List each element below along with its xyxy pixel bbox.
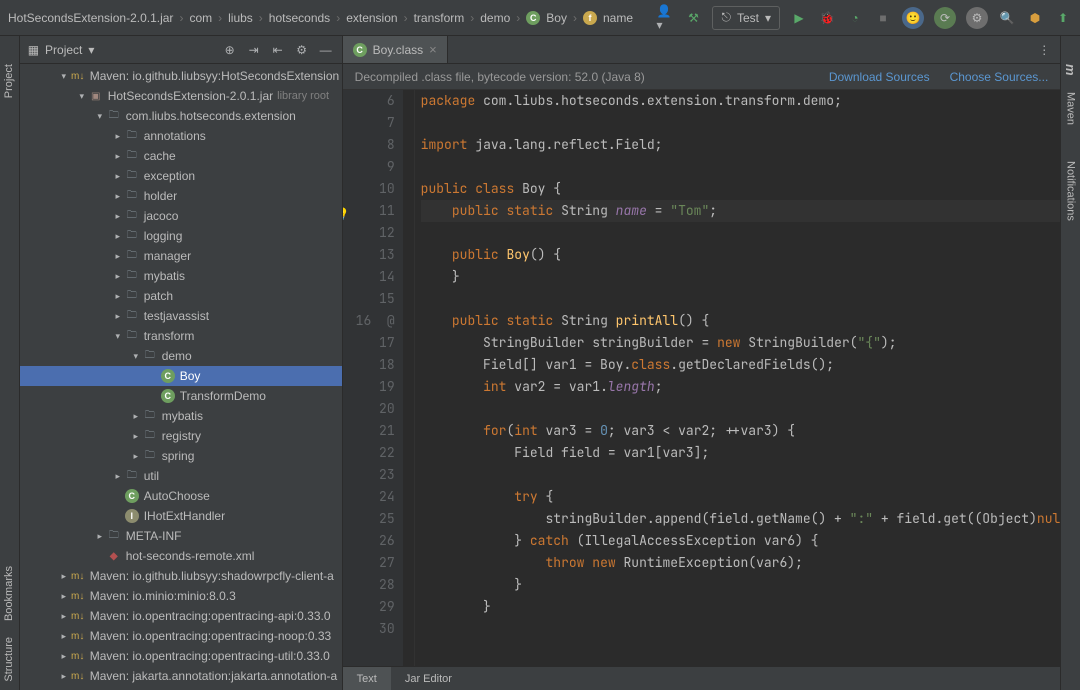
- run-config-selector[interactable]: ⎋ Test ▾: [712, 6, 780, 30]
- tree-class[interactable]: CAutoChoose: [20, 486, 342, 506]
- tree-folder[interactable]: ▸🗀manager: [20, 246, 342, 266]
- tree-xml[interactable]: ◆hot-seconds-remote.xml: [20, 546, 342, 566]
- tree-maven[interactable]: ▸m↓Maven: io.github.liubsyy:shadowrpcfly…: [20, 566, 342, 586]
- tip-icon[interactable]: ⬢: [1026, 9, 1044, 27]
- tab-overflow-icon[interactable]: ⋮: [1028, 43, 1060, 57]
- tree-class-boy[interactable]: CBoy: [20, 366, 342, 386]
- avatar-icon[interactable]: 🙂: [902, 7, 924, 29]
- tree-folder[interactable]: ▸🗀testjavassist: [20, 306, 342, 326]
- left-tool-strip: Project Bookmarks Structure: [0, 36, 20, 690]
- settings-gear-icon[interactable]: ⚙: [966, 7, 988, 29]
- project-title: Project: [45, 43, 82, 57]
- breadcrumbs: HotSecondsExtension-2.0.1.jar› com› liub…: [8, 11, 652, 25]
- stop-button[interactable]: ■: [874, 9, 892, 27]
- hammer-icon[interactable]: ⚒: [684, 9, 702, 27]
- run-config-label: Test: [737, 11, 759, 25]
- coverage-button[interactable]: ◔: [846, 9, 864, 27]
- project-panel: ▦ Project ▾ ⊕ ⇥ ⇤ ⚙ — ▾m↓Maven: io.githu…: [20, 36, 343, 690]
- tree-folder[interactable]: ▸🗀annotations: [20, 126, 342, 146]
- chevron-down-icon: ▾: [765, 11, 771, 25]
- run-config-icon: ⎋: [721, 10, 731, 25]
- tree-folder[interactable]: ▸🗀patch: [20, 286, 342, 306]
- editor-tabs: C Boy.class × ⋮: [343, 36, 1061, 64]
- toolbar-right: 👤▾ ⚒ ⎋ Test ▾ ▶ 🐞 ◔ ■ 🙂 ⟳ ⚙ 🔍 ⬢ ⬆: [656, 6, 1072, 30]
- bc-pkg[interactable]: com: [189, 11, 212, 25]
- debug-button[interactable]: 🐞: [818, 9, 836, 27]
- tree-class[interactable]: CTransformDemo: [20, 386, 342, 406]
- class-icon: C: [353, 43, 367, 57]
- tree-folder[interactable]: ▸🗀util: [20, 466, 342, 486]
- gear-icon[interactable]: ⚙: [294, 42, 310, 58]
- bc-class[interactable]: Boy: [546, 11, 567, 25]
- tree-maven[interactable]: ▸m↓Maven: io.minio:minio:8.0.3: [20, 586, 342, 606]
- tree-folder[interactable]: ▸🗀exception: [20, 166, 342, 186]
- bc-jar[interactable]: HotSecondsExtension-2.0.1.jar: [8, 11, 173, 25]
- select-target-icon[interactable]: ⊕: [222, 42, 238, 58]
- editor-area: C Boy.class × ⋮ Decompiled .class file, …: [343, 36, 1061, 690]
- bc-pkg[interactable]: extension: [346, 11, 397, 25]
- search-icon[interactable]: 🔍: [998, 9, 1016, 27]
- user-icon[interactable]: 👤▾: [656, 9, 674, 27]
- editor-bottom-tabs: Text Jar Editor: [343, 666, 1061, 690]
- tree-folder[interactable]: ▾🗀transform: [20, 326, 342, 346]
- close-icon[interactable]: ×: [429, 42, 437, 57]
- project-view-icon: ▦: [28, 43, 39, 57]
- tab-text[interactable]: Text: [343, 667, 391, 690]
- project-header: ▦ Project ▾ ⊕ ⇥ ⇤ ⚙ —: [20, 36, 342, 64]
- decompile-banner: Decompiled .class file, bytecode version…: [343, 64, 1061, 90]
- chevron-down-icon[interactable]: ▾: [88, 43, 94, 57]
- code-body[interactable]: package com.liubs.hotseconds.extension.t…: [415, 90, 1061, 666]
- tree-maven[interactable]: ▸m↓Maven: io.opentracing:opentracing-noo…: [20, 626, 342, 646]
- fold-gutter[interactable]: [403, 90, 415, 666]
- download-sources-link[interactable]: Download Sources: [829, 70, 930, 84]
- tab-boy-class[interactable]: C Boy.class ×: [343, 36, 448, 63]
- tree-maven[interactable]: ▸m↓Maven: io.opentracing:opentracing-uti…: [20, 646, 342, 666]
- tree-lib-root[interactable]: ▾m↓Maven: io.github.liubsyy:HotSecondsEx…: [20, 66, 342, 86]
- code-with-me-icon[interactable]: ⟳: [934, 7, 956, 29]
- tree-folder[interactable]: ▸🗀mybatis: [20, 266, 342, 286]
- tool-project[interactable]: Project: [3, 56, 15, 106]
- tree-folder[interactable]: ▸🗀cache: [20, 146, 342, 166]
- hide-icon[interactable]: —: [318, 42, 334, 58]
- tree-folder[interactable]: ▸🗀jacoco: [20, 206, 342, 226]
- tree-folder[interactable]: ▸🗀holder: [20, 186, 342, 206]
- collapse-icon[interactable]: ⇤: [270, 42, 286, 58]
- tree-folder[interactable]: ▸🗀registry: [20, 426, 342, 446]
- tree-pkg[interactable]: ▾🗀com.liubs.hotseconds.extension: [20, 106, 342, 126]
- field-icon: f: [583, 11, 597, 25]
- right-tool-strip: m Maven Notifications: [1060, 36, 1080, 690]
- tree-interface[interactable]: IIHotExtHandler: [20, 506, 342, 526]
- bc-pkg[interactable]: transform: [414, 11, 465, 25]
- code-editor[interactable]: 6 7 8 9 10 11💡 12 13 14 15 16 @ 17 18 19…: [343, 90, 1061, 666]
- tab-jar-editor[interactable]: Jar Editor: [391, 667, 466, 690]
- class-icon: C: [526, 11, 540, 25]
- tool-notifications[interactable]: Notifications: [1065, 153, 1077, 229]
- tree-folder[interactable]: ▾🗀demo: [20, 346, 342, 366]
- bc-pkg[interactable]: liubs: [228, 11, 253, 25]
- tree-folder[interactable]: ▸🗀mybatis: [20, 406, 342, 426]
- tree-jar[interactable]: ▾▣HotSecondsExtension-2.0.1.jarlibrary r…: [20, 86, 342, 106]
- choose-sources-link[interactable]: Choose Sources...: [950, 70, 1049, 84]
- tool-maven[interactable]: m: [1063, 56, 1078, 84]
- upgrade-icon[interactable]: ⬆: [1054, 9, 1072, 27]
- run-button[interactable]: ▶: [790, 9, 808, 27]
- tree-folder[interactable]: ▸🗀logging: [20, 226, 342, 246]
- tree-folder[interactable]: ▸🗀spring: [20, 446, 342, 466]
- expand-icon[interactable]: ⇥: [246, 42, 262, 58]
- tool-bookmarks[interactable]: Bookmarks: [3, 558, 15, 629]
- banner-text: Decompiled .class file, bytecode version…: [355, 70, 645, 84]
- tool-structure[interactable]: Structure: [3, 629, 15, 690]
- tab-label: Boy.class: [373, 43, 423, 57]
- navigation-bar: HotSecondsExtension-2.0.1.jar› com› liub…: [0, 0, 1080, 36]
- tool-maven-label[interactable]: Maven: [1065, 84, 1077, 133]
- tree-folder[interactable]: ▸🗀META-INF: [20, 526, 342, 546]
- line-gutter: 6 7 8 9 10 11💡 12 13 14 15 16 @ 17 18 19…: [343, 90, 403, 666]
- project-tree[interactable]: ▾m↓Maven: io.github.liubsyy:HotSecondsEx…: [20, 64, 342, 690]
- bc-pkg[interactable]: hotseconds: [269, 11, 330, 25]
- tree-maven[interactable]: ▸m↓Maven: jakarta.annotation:jakarta.ann…: [20, 666, 342, 686]
- bc-pkg[interactable]: demo: [480, 11, 510, 25]
- bc-field[interactable]: name: [603, 11, 633, 25]
- tree-maven[interactable]: ▸m↓Maven: io.opentracing:opentracing-api…: [20, 606, 342, 626]
